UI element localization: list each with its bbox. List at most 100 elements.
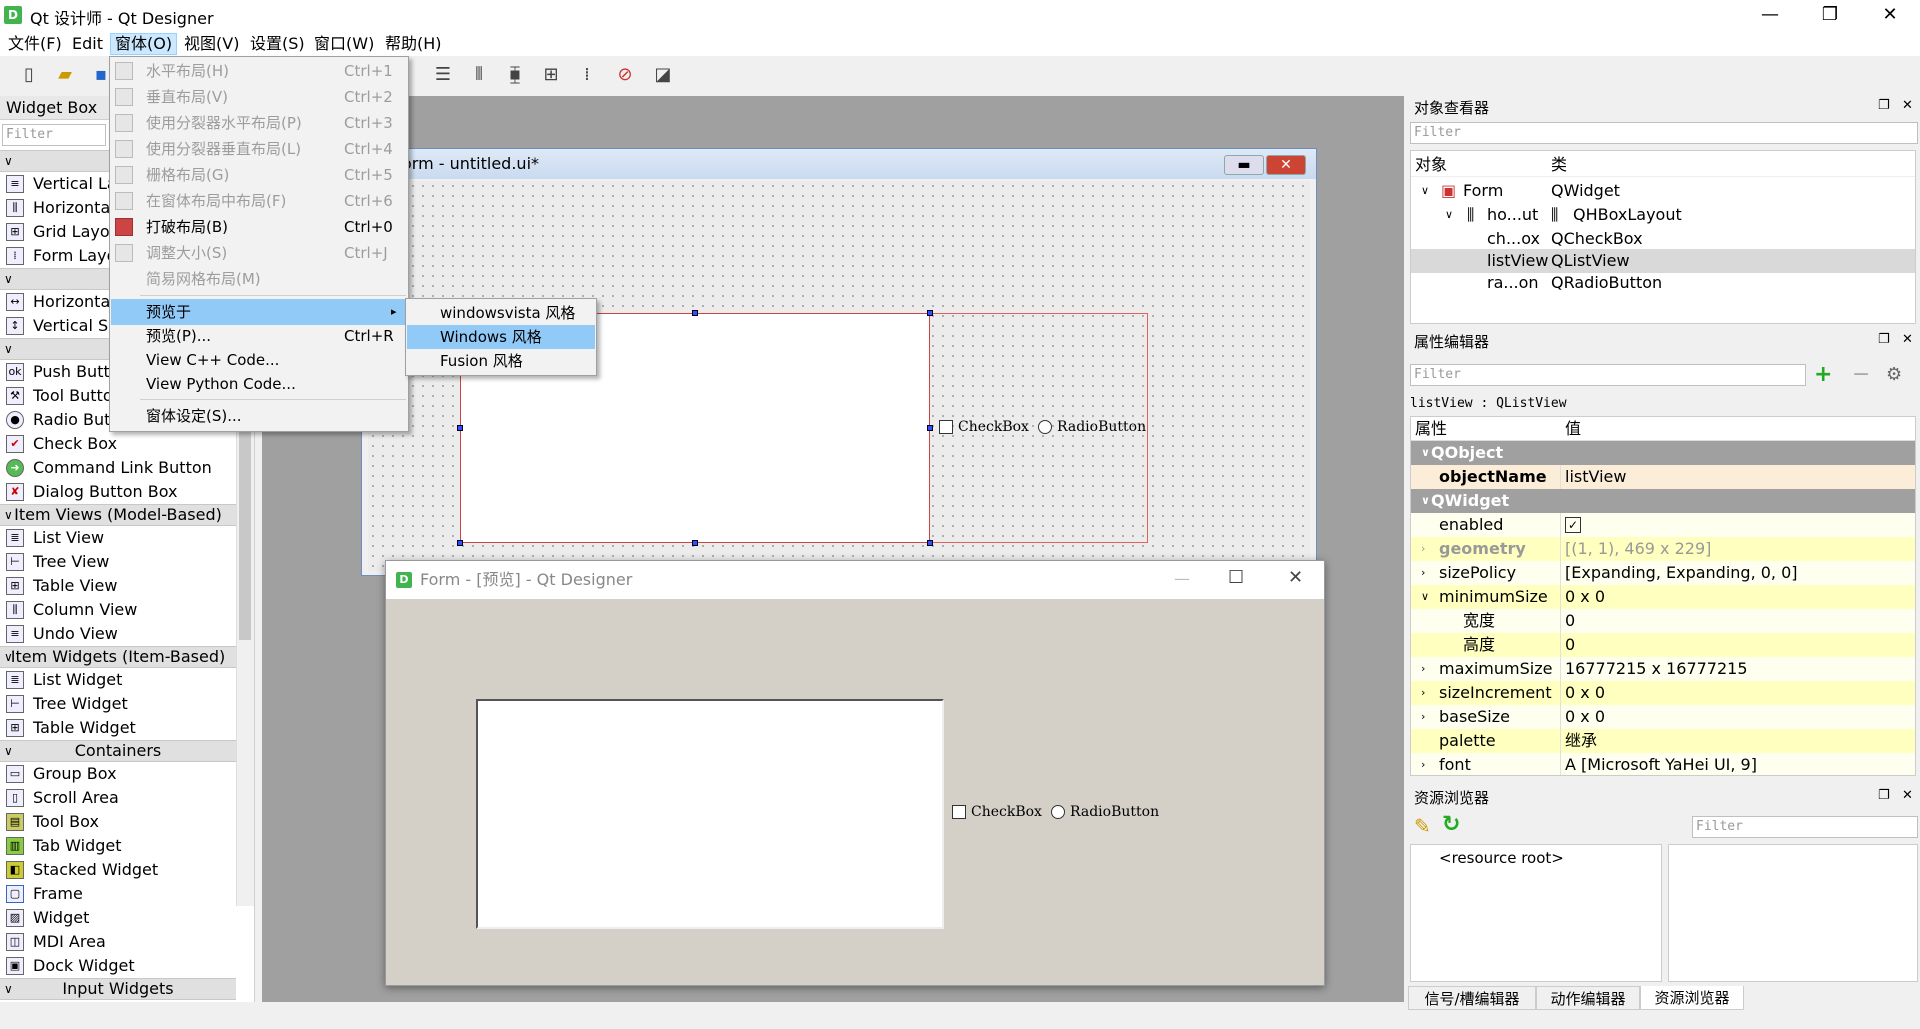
tree-row-hboxlayout[interactable]: ∨ ⫼ ho...ut ⫼ QHBoxLayout [1411,203,1915,227]
menu-form[interactable]: 窗体(O) [110,33,178,55]
new-file-icon[interactable]: ▯ [16,62,42,88]
configure-icon[interactable]: ⚙ [1886,364,1902,385]
menu-item-form-settings[interactable]: 窗体设定(S)... [111,403,407,429]
menu-file[interactable]: 文件(F) [4,33,66,55]
resize-handle[interactable] [927,310,933,316]
category-containers[interactable]: ∨ Containers [0,740,236,762]
preview-maximize-button[interactable]: ☐ [1228,567,1244,588]
dock-float-icon[interactable]: ❐ [1878,98,1890,113]
resize-handle[interactable] [692,310,698,316]
prop-group-qobject[interactable]: ∨ QObject [1411,441,1915,465]
dock-float-icon[interactable]: ❐ [1878,332,1890,347]
open-folder-icon[interactable]: ▰ [52,62,78,88]
menu-item-preview[interactable]: 预览(P)... Ctrl+R [111,323,407,349]
minimize-button[interactable]: — [1740,0,1800,30]
break-layout-icon[interactable]: ⊘ [612,62,638,88]
prop-basesize[interactable]: › baseSize 0 x 0 [1411,705,1915,729]
tree-row-listview[interactable]: listView QListView [1411,249,1915,273]
menu-help[interactable]: 帮助(H) [381,33,446,55]
splitter-horizontal-icon[interactable]: ⫴ [466,62,492,88]
menu-item-grid-layout[interactable]: 栅格布局(G) Ctrl+5 [111,162,407,188]
menu-item-splitter-vertical[interactable]: 使用分裂器垂直布局(L) Ctrl+4 [111,136,407,162]
widget-tree-widget[interactable]: ⊢ Tree Widget [0,692,236,716]
prop-font[interactable]: › font A [Microsoft YaHei UI, 9] [1411,753,1915,775]
property-filter-input[interactable]: Filter [1410,364,1806,386]
widget-table-widget[interactable]: ⊞ Table Widget [0,716,236,740]
prop-sizeincrement[interactable]: › sizeIncrement 0 x 0 [1411,681,1915,705]
widget-list-widget[interactable]: ≣ List Widget [0,668,236,692]
widget-stacked-widget[interactable]: ◧ Stacked Widget [0,858,236,882]
resize-handle[interactable] [457,540,463,546]
menu-settings[interactable]: 设置(S) [246,33,309,55]
widget-dialog-button-box[interactable]: ✘ Dialog Button Box [0,480,236,504]
adjust-size-icon[interactable]: ◪ [650,62,676,88]
menu-view[interactable]: 视图(V) [180,33,243,55]
resource-filter-input[interactable]: Filter [1692,816,1918,838]
menu-item-adjust-size[interactable]: 调整大小(S) Ctrl+J [111,240,407,266]
category-input-widgets[interactable]: ∨ Input Widgets [0,978,236,1000]
reload-icon[interactable]: ↻ [1442,812,1460,837]
layout-vertical-icon[interactable]: ☰ [430,62,456,88]
widget-group-box[interactable]: ▭ Group Box [0,762,236,786]
widget-list-view[interactable]: ≣ List View [0,526,236,550]
widget-box-filter[interactable]: Filter [2,124,106,146]
resize-handle[interactable] [457,425,463,431]
widget-tree-view[interactable]: ⊢ Tree View [0,550,236,574]
remove-property-icon[interactable]: − [1852,362,1870,387]
layout-form-icon[interactable]: ⁞ [574,62,600,88]
widget-scroll-area[interactable]: ▯ Scroll Area [0,786,236,810]
widget-check-box[interactable]: ✔ Check Box [0,432,236,456]
widget-mdi-area[interactable]: ◫ MDI Area [0,930,236,954]
category-item-widgets[interactable]: ∨ Item Widgets (Item-Based) [0,646,236,668]
widget-undo-view[interactable]: ≡ Undo View [0,622,236,646]
widget-widget[interactable]: ▨ Widget [0,906,236,930]
tab-resource-browser[interactable]: 资源浏览器 [1640,986,1744,1010]
dock-close-icon[interactable]: ✕ [1902,332,1913,347]
edit-resources-icon[interactable]: ✎ [1414,814,1431,838]
submenu-fusion-style[interactable]: Fusion 风格 [407,349,595,373]
submenu-windows-style[interactable]: Windows 风格 [407,325,595,349]
add-property-icon[interactable]: + [1814,362,1832,387]
prop-group-qwidget[interactable]: ∨ QWidget [1411,489,1915,513]
tab-action-editor[interactable]: 动作编辑器 [1536,986,1640,1010]
resize-handle[interactable] [692,540,698,546]
preview-close-button[interactable]: ✕ [1288,567,1303,588]
prop-enabled[interactable]: enabled ✓ [1411,513,1915,537]
menu-window[interactable]: 窗口(W) [310,33,378,55]
object-filter-input[interactable]: Filter [1410,122,1918,144]
maximize-button[interactable]: ❐ [1800,0,1860,30]
menu-item-horizontal-layout[interactable]: 水平布局(H) Ctrl+1 [111,58,407,84]
dock-float-icon[interactable]: ❐ [1878,788,1890,803]
menu-item-break-layout[interactable]: 打破布局(B) Ctrl+0 [111,214,407,240]
widget-tab-widget[interactable]: ▥ Tab Widget [0,834,236,858]
preview-radiobutton[interactable]: RadioButton [1051,804,1159,820]
form-close-button[interactable]: ✕ [1266,155,1306,175]
form-canvas[interactable]: CheckBox RadioButton [368,181,1310,571]
widget-frame[interactable]: ▢ Frame [0,882,236,906]
prop-objectname[interactable]: objectName listView [1411,465,1915,489]
tree-row-form[interactable]: ∨ ▣ Form QWidget [1411,179,1915,203]
menu-item-splitter-horizontal[interactable]: 使用分裂器水平布局(P) Ctrl+3 [111,110,407,136]
dock-close-icon[interactable]: ✕ [1902,98,1913,113]
tree-row-radiobutton[interactable]: ra...on QRadioButton [1411,271,1915,295]
menu-item-form-layout[interactable]: 在窗体布局中布局(F) Ctrl+6 [111,188,407,214]
prop-minimumsize[interactable]: ∨ minimumSize 0 x 0 [1411,585,1915,609]
prop-palette[interactable]: palette 继承 [1411,729,1915,753]
widget-column-view[interactable]: ⫼ Column View [0,598,236,622]
widget-command-link-button[interactable]: ➜ Command Link Button [0,456,236,480]
menu-item-simple-grid[interactable]: 简易网格布局(M) [111,266,407,292]
preview-minimize-button[interactable]: — [1174,569,1190,588]
form-minimize-button[interactable]: ▬ [1224,155,1264,175]
prop-min-width[interactable]: 宽度 0 [1411,609,1915,633]
dock-close-icon[interactable]: ✕ [1902,788,1913,803]
prop-min-height[interactable]: 高度 0 [1411,633,1915,657]
form-checkbox[interactable]: CheckBox [939,419,1029,435]
preview-window[interactable]: Form - [预览] - Qt Designer D — ☐ ✕ CheckB… [385,560,1325,986]
preview-list-view[interactable] [476,699,944,929]
prop-geometry[interactable]: › geometry [(1, 1), 469 x 229] [1411,537,1915,561]
close-button[interactable]: ✕ [1860,0,1920,30]
layout-grid-icon[interactable]: ⊞ [538,62,564,88]
tree-row-checkbox[interactable]: ch...ox QCheckBox [1411,227,1915,251]
menu-item-view-python[interactable]: View Python Code... [111,371,407,397]
resource-root-item[interactable]: <resource root> [1439,849,1564,867]
